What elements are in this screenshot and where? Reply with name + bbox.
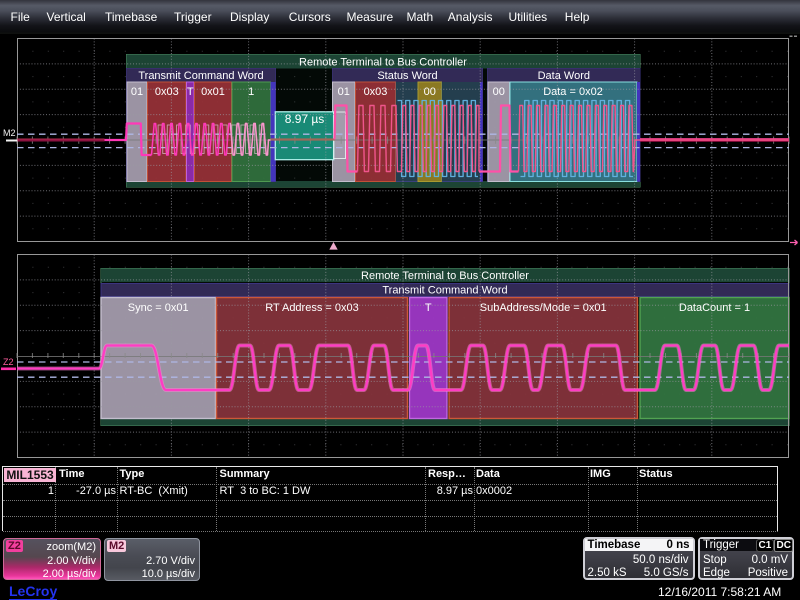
svg-text:M2: M2: [3, 128, 16, 138]
svg-text:Z2: Z2: [3, 357, 14, 367]
svg-text:00: 00: [424, 86, 436, 98]
svg-text:Data Word: Data Word: [538, 70, 590, 82]
svg-text:0x03: 0x03: [155, 86, 179, 98]
svg-text:T: T: [425, 302, 432, 314]
svg-text:Status Word: Status Word: [377, 70, 437, 82]
svg-text:DataCount = 1: DataCount = 1: [679, 302, 750, 314]
svg-text:01: 01: [131, 86, 143, 98]
svg-text:Sync = 0x01: Sync = 0x01: [128, 302, 189, 314]
svg-text:01: 01: [338, 86, 350, 98]
svg-text:T: T: [187, 86, 194, 98]
svg-text:8.97 µs: 8.97 µs: [285, 112, 325, 126]
svg-text:SubAddress/Mode = 0x01: SubAddress/Mode = 0x01: [480, 302, 607, 314]
svg-text:1: 1: [248, 86, 254, 98]
svg-text:Transmit Command Word: Transmit Command Word: [138, 70, 263, 82]
svg-text:0x01: 0x01: [201, 86, 225, 98]
svg-text:00: 00: [493, 86, 505, 98]
svg-text:0x03: 0x03: [364, 86, 388, 98]
svg-text:Remote Terminal to Bus Control: Remote Terminal to Bus Controller: [361, 270, 529, 282]
svg-text:Data = 0x02: Data = 0x02: [543, 86, 603, 98]
svg-text:Transmit Command Word: Transmit Command Word: [382, 285, 507, 297]
svg-text:Remote Terminal to Bus Control: Remote Terminal to Bus Controller: [299, 57, 467, 69]
svg-text:RT Address = 0x03: RT Address = 0x03: [265, 302, 358, 314]
